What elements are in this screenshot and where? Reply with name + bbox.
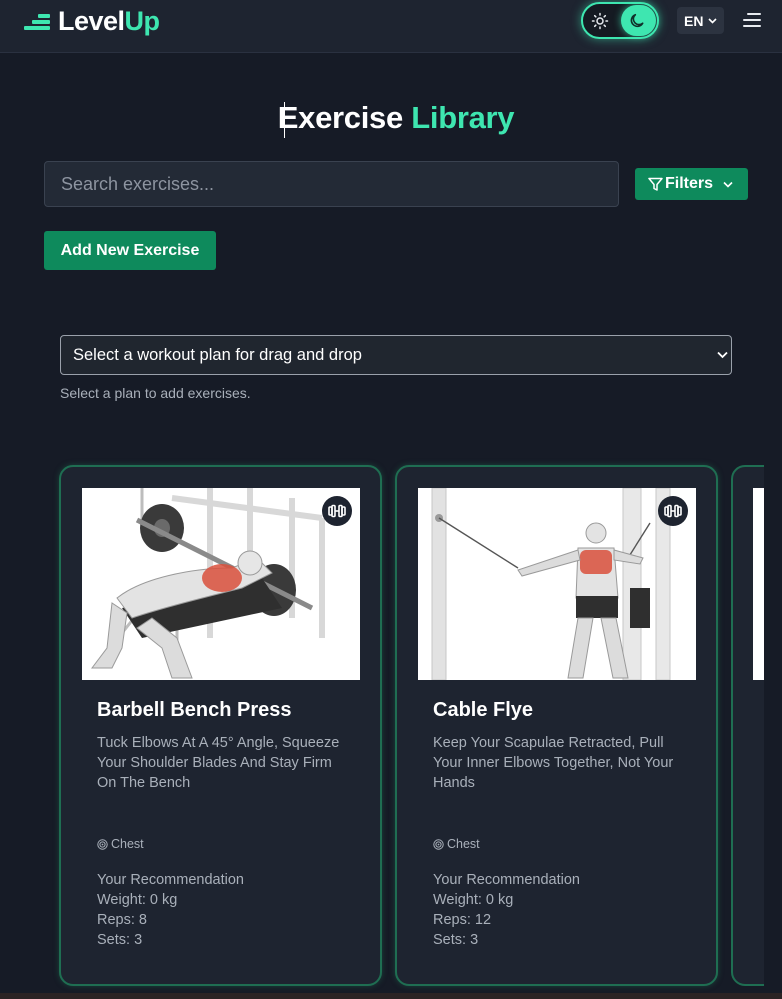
- muscle-label: Chest: [111, 837, 144, 851]
- theme-toggle-knob[interactable]: [621, 5, 656, 36]
- exercise-card[interactable]: Cable Flye Keep Your Scapulae Retracted,…: [395, 465, 718, 986]
- page-title-first: Exercise: [277, 100, 403, 135]
- cable-flye-illustration: [418, 488, 696, 680]
- page-title-second: Library: [411, 100, 515, 135]
- dumbbell-icon: [658, 496, 688, 526]
- recommended-sets: Sets: 3: [433, 932, 479, 948]
- recommended-reps: Reps: 8: [97, 912, 147, 928]
- brand-logo[interactable]: LevelUp: [24, 6, 160, 37]
- chevron-down-icon: [708, 17, 718, 24]
- exercise-description: Tuck Elbows At A 45° Angle, Squeeze Your…: [97, 735, 340, 791]
- workout-plan-selected: Select a workout plan for drag and drop: [73, 345, 362, 364]
- recommendation-label: Your Recommendation: [433, 872, 580, 888]
- hamburger-icon[interactable]: [743, 12, 761, 28]
- recommended-reps: Reps: 12: [433, 912, 492, 928]
- exercise-name: Barbell Bench Press: [97, 699, 292, 721]
- filters-label: Filters: [665, 175, 714, 192]
- add-exercise-button[interactable]: Add New Exercise: [44, 231, 216, 270]
- navbar: LevelUp EN: [0, 0, 782, 53]
- target-icon: [433, 838, 444, 850]
- brand-name-second: Up: [124, 6, 161, 36]
- workout-plan-select[interactable]: Select a workout plan for drag and drop: [60, 335, 732, 375]
- exercise-description: Keep Your Scapulae Retracted, Pull Your …: [433, 735, 674, 791]
- dumbbell-icon: [322, 496, 352, 526]
- exercise-image: [82, 488, 360, 680]
- logo-steps-icon: [24, 12, 50, 32]
- recommendation: Your Recommendation Weight: 0 kg Reps: 1…: [433, 870, 580, 950]
- search-input[interactable]: [44, 161, 619, 207]
- muscle-tag: Chest: [433, 837, 480, 851]
- chevron-down-icon: [717, 351, 728, 359]
- muscle-tag: Chest: [97, 837, 144, 851]
- target-icon: [97, 838, 108, 850]
- brand-name: LevelUp: [58, 6, 160, 37]
- recommended-weight: Weight: 0 kg: [433, 892, 514, 908]
- text-cursor: [284, 102, 285, 138]
- language-label: EN: [684, 12, 704, 29]
- page-bottom-edge: [0, 993, 782, 999]
- language-selector[interactable]: EN: [677, 7, 724, 34]
- recommended-sets: Sets: 3: [97, 932, 143, 948]
- filter-icon: [648, 177, 663, 191]
- brand-name-first: Level: [58, 6, 125, 36]
- exercise-name: Cable Flye: [433, 699, 534, 721]
- filters-button[interactable]: Filters: [635, 168, 748, 200]
- recommendation: Your Recommendation Weight: 0 kg Reps: 8…: [97, 870, 244, 950]
- exercise-card[interactable]: Barbell Bench Press Tuck Elbows At A 45°…: [59, 465, 382, 986]
- muscle-label: Chest: [447, 837, 480, 851]
- exercise-image: [418, 488, 696, 680]
- theme-toggle[interactable]: [581, 2, 659, 39]
- chevron-down-icon: [723, 181, 733, 188]
- recommendation-label: Your Recommendation: [97, 872, 244, 888]
- recommended-weight: Weight: 0 kg: [97, 892, 178, 908]
- bench-press-illustration: [82, 488, 360, 680]
- carousel-scroll-track[interactable]: [764, 440, 782, 999]
- page-title: Exercise Library: [0, 100, 782, 136]
- moon-icon: [630, 13, 644, 28]
- workout-plan-hint: Select a plan to add exercises.: [60, 385, 251, 401]
- sun-icon: [591, 12, 609, 30]
